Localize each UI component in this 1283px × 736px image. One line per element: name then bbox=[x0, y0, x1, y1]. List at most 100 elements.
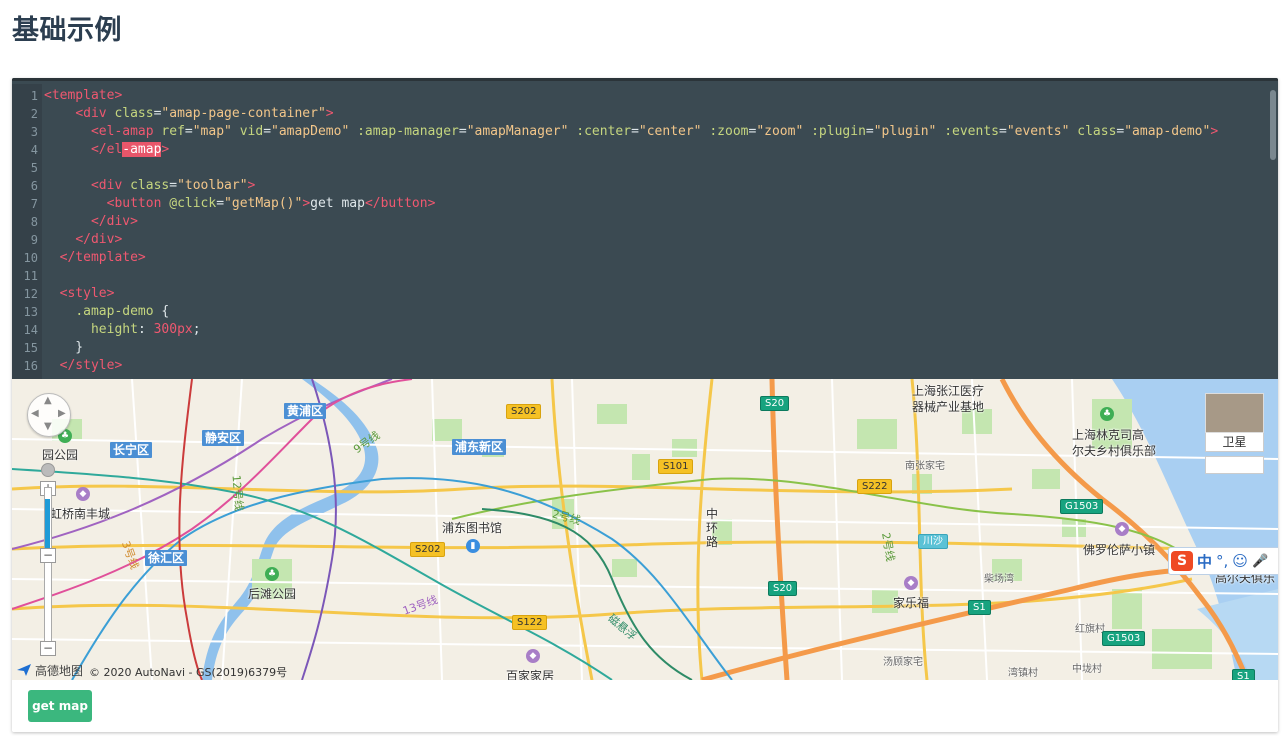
poi-label: 上海张江医疗 bbox=[912, 384, 985, 398]
pan-control[interactable]: ▲ ▼ ◀ ▶ bbox=[27, 393, 71, 437]
satellite-label[interactable]: 卫星 bbox=[1205, 433, 1264, 452]
poi-label: 后滩公园 bbox=[248, 587, 297, 601]
line-number: 8 bbox=[30, 215, 38, 229]
code-text: </template> bbox=[44, 249, 146, 267]
line-number: 1 bbox=[30, 89, 38, 103]
code-line[interactable]: 7 <button @click="getMap()">get map</but… bbox=[12, 195, 1266, 213]
line-number: 3 bbox=[30, 125, 38, 139]
code-line[interactable]: 12 <style> bbox=[12, 285, 1266, 303]
code-token: = bbox=[631, 124, 639, 139]
satellite-thumbnail[interactable] bbox=[1205, 393, 1264, 433]
line-number: 7 bbox=[30, 197, 38, 211]
code-line[interactable]: 13 .amap-demo { bbox=[12, 303, 1266, 321]
code-line[interactable]: 3 <el-amap ref="map" vid="amapDemo" :ama… bbox=[12, 123, 1266, 141]
page-title: 基础示例 bbox=[12, 15, 122, 46]
code-line[interactable]: 6 <div class="toolbar"> bbox=[12, 177, 1266, 195]
code-token: class bbox=[130, 178, 170, 193]
ime-mode-toggle[interactable]: 中 bbox=[1197, 551, 1212, 572]
code-lines[interactable]: 1 <template> 2 <div class="amap-page-conta… bbox=[12, 87, 1266, 382]
shopping-icon: ◆ bbox=[904, 576, 918, 590]
park-icon: ♣ bbox=[265, 567, 279, 581]
pan-left-icon[interactable]: ◀ bbox=[31, 408, 39, 419]
code-token: = bbox=[216, 196, 225, 211]
map-copyright: © 2020 AutoNavi - GS(2019)6379号 bbox=[89, 666, 288, 679]
pan-right-icon[interactable]: ▶ bbox=[58, 408, 66, 419]
editor-scrollbar[interactable] bbox=[1268, 84, 1278, 382]
line-number: 12 bbox=[23, 287, 38, 301]
line-number: 14 bbox=[23, 323, 38, 337]
code-line[interactable]: 9 </div> bbox=[12, 231, 1266, 249]
code-token: "getMap()" bbox=[224, 196, 303, 211]
map-container[interactable]: 黄浦区 静安区 长宁区 浦东新区 徐汇区 ♣ 园公园 ◆ 虹桥南丰城 浦东图书馆… bbox=[12, 379, 1278, 680]
road-shield: S101 bbox=[658, 459, 694, 474]
code-token: = bbox=[169, 178, 178, 193]
code-text: height: 300px; bbox=[44, 321, 201, 339]
code-line[interactable]: 4 </el-amap> bbox=[12, 141, 1266, 159]
code-token: = bbox=[184, 124, 193, 139]
code-line[interactable]: 10 </template> bbox=[12, 249, 1266, 267]
road-shield: S20 bbox=[760, 396, 790, 411]
code-text: <button @click="getMap()">get map</butto… bbox=[44, 195, 436, 213]
line-number: 16 bbox=[23, 359, 38, 373]
library-icon: ▮ bbox=[466, 539, 480, 553]
pan-up-icon[interactable]: ▲ bbox=[44, 395, 52, 406]
zoom-out-button[interactable]: − bbox=[40, 641, 56, 656]
code-line[interactable]: 16 </style> bbox=[12, 357, 1266, 375]
code-line[interactable]: 5 bbox=[12, 159, 1266, 177]
poi-label: 湾镇村 bbox=[1008, 668, 1038, 679]
code-token: { bbox=[153, 304, 170, 319]
poi-label: 汤顾家宅 bbox=[883, 657, 923, 668]
code-line[interactable]: 15 } bbox=[12, 339, 1266, 357]
locate-dot-icon[interactable] bbox=[41, 463, 55, 477]
code-token: ; bbox=[192, 322, 201, 337]
code-line[interactable]: 14 height: 300px; bbox=[12, 321, 1266, 339]
code-token: :center bbox=[576, 124, 632, 139]
code-token: "amap-demo" bbox=[1124, 124, 1211, 139]
layer-option-blank[interactable] bbox=[1205, 456, 1264, 474]
ime-punct-toggle[interactable]: °, bbox=[1216, 552, 1228, 570]
shopping-icon: ◆ bbox=[526, 649, 540, 663]
code-line[interactable]: 2 <div class="amap-page-container"> bbox=[12, 105, 1266, 123]
code-token: > bbox=[325, 106, 334, 121]
editor-scrollbar-thumb[interactable] bbox=[1270, 90, 1276, 160]
ime-emoji-icon[interactable]: ☺ bbox=[1232, 552, 1248, 570]
get-map-button[interactable]: get map bbox=[28, 690, 92, 722]
code-line[interactable]: 11 bbox=[12, 267, 1266, 285]
code-token: <el-amap bbox=[90, 124, 162, 139]
poi-label: 浦东图书馆 bbox=[442, 521, 503, 535]
code-token: :amap-manager bbox=[357, 124, 459, 139]
code-token: "map" bbox=[192, 124, 240, 139]
code-token: = bbox=[458, 124, 467, 139]
map-brand[interactable]: 高德地图 bbox=[16, 662, 83, 678]
metro-line-label: 12号线 bbox=[229, 474, 246, 512]
code-token: @click bbox=[169, 196, 217, 211]
code-line[interactable]: 8 </div> bbox=[12, 213, 1266, 231]
code-editor[interactable]: 1 <template> 2 <div class="amap-page-conta… bbox=[12, 78, 1278, 382]
pan-down-icon[interactable]: ▼ bbox=[44, 421, 52, 432]
road-shield: S202 bbox=[506, 404, 542, 419]
layer-switch[interactable]: 卫星 bbox=[1205, 393, 1265, 474]
code-token: "plugin" bbox=[873, 124, 945, 139]
ime-mic-icon[interactable]: 🎤 bbox=[1252, 554, 1268, 569]
code-line[interactable]: 1 <template> bbox=[12, 87, 1266, 105]
ime-logo-icon[interactable]: S bbox=[1171, 551, 1193, 571]
code-text: </el-amap> bbox=[44, 141, 169, 159]
code-text: <template> bbox=[44, 87, 122, 105]
park-icon: ♣ bbox=[1100, 407, 1114, 421]
zoom-slider-handle[interactable]: − bbox=[40, 548, 56, 563]
code-token: get map bbox=[310, 196, 365, 211]
district-label: 浦东新区 bbox=[452, 439, 507, 455]
shopping-icon: ◆ bbox=[1115, 522, 1129, 536]
code-token: </button> bbox=[364, 196, 436, 211]
line-number: 11 bbox=[23, 269, 38, 283]
code-token: = bbox=[263, 124, 272, 139]
ime-toolbar[interactable]: S 中 °, ☺ 🎤 bbox=[1168, 547, 1278, 575]
poi-label: 佛罗伦萨小镇 bbox=[1083, 543, 1156, 557]
code-token: ref bbox=[161, 124, 185, 139]
line-number: 9 bbox=[30, 233, 38, 247]
